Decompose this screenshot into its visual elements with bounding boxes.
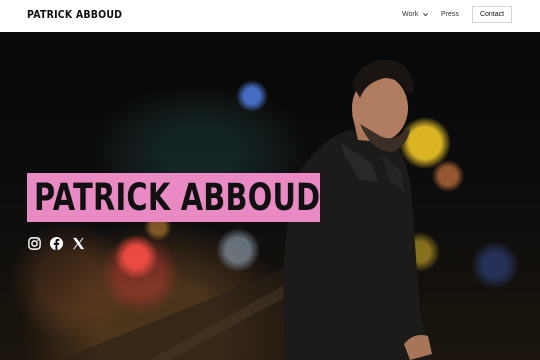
nav-work[interactable]: Work [402, 11, 429, 18]
contact-button[interactable]: Contact [472, 6, 512, 23]
site-logo[interactable]: PATRICK ABBOUD [27, 8, 122, 21]
instagram-icon[interactable] [27, 236, 42, 251]
site-header: PATRICK ABBOUD Work Press Contact [0, 0, 540, 32]
nav-press[interactable]: Press [441, 11, 459, 18]
facebook-icon[interactable] [49, 236, 64, 251]
hero-section: PATRICK ABBOUD [0, 32, 540, 360]
chevron-down-icon [423, 13, 429, 17]
hero-title: PATRICK ABBOUD [34, 176, 321, 219]
nav-work-label: Work [402, 11, 419, 18]
x-icon[interactable] [71, 236, 86, 251]
